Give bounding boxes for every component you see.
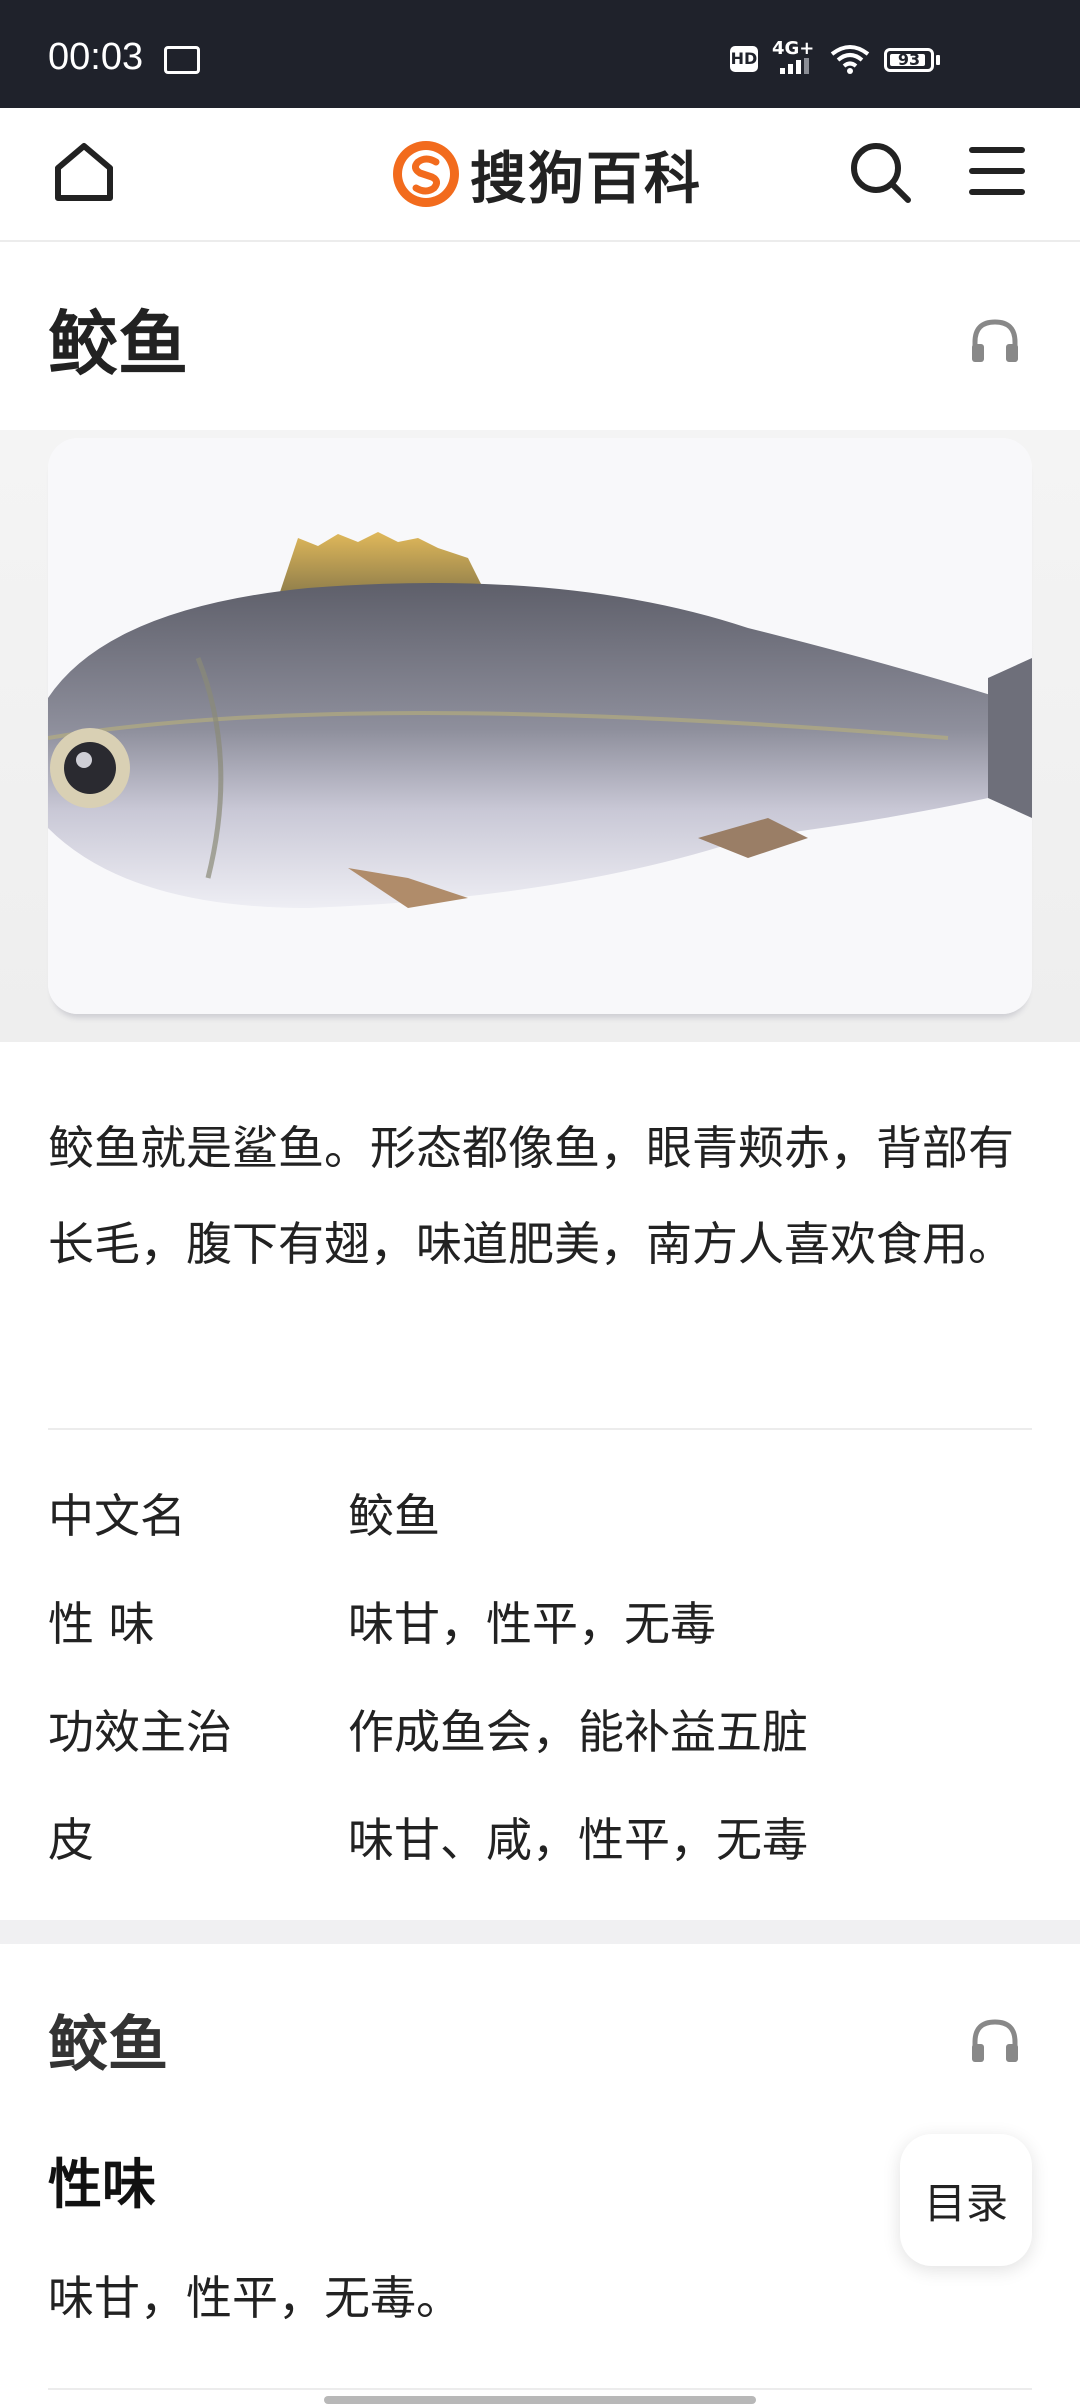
info-key: 中文名 bbox=[48, 1489, 186, 1543]
fish-image[interactable] bbox=[48, 438, 1032, 1014]
info-value: 作成鱼会，能补益五脏 bbox=[348, 1705, 808, 1759]
logo-text: 搜狗百科 bbox=[470, 146, 702, 212]
toc-button[interactable]: 目录 bbox=[900, 2134, 1032, 2266]
status-bar: 00:03 HD 4G+ 93 bbox=[0, 0, 1080, 108]
divider bbox=[48, 2388, 1032, 2390]
section-paragraph: 味甘，性平，无毒。 bbox=[48, 2271, 462, 2325]
info-key: 功效主治 bbox=[48, 1705, 232, 1759]
wifi-icon bbox=[830, 45, 870, 74]
home-icon[interactable] bbox=[48, 136, 120, 208]
divider bbox=[48, 1428, 1032, 1430]
top-nav-bar: 搜狗百科 bbox=[0, 108, 1080, 242]
iqiyi-notification-icon bbox=[164, 46, 200, 74]
home-indicator[interactable] bbox=[324, 2396, 756, 2404]
info-row-skin: 皮 味甘、咸，性平，无毒 bbox=[48, 1804, 1032, 1874]
section-separator bbox=[0, 1920, 1080, 1944]
battery-tip bbox=[936, 55, 940, 65]
battery-percent: 93 bbox=[897, 50, 921, 69]
section-title: 鲛鱼 bbox=[48, 2010, 168, 2080]
battery-icon: 93 bbox=[884, 48, 934, 72]
sogou-logo-icon bbox=[393, 141, 459, 207]
sogou-baike-logo[interactable]: 搜狗百科 bbox=[390, 136, 702, 212]
network-type-label: 4G+ bbox=[772, 38, 815, 59]
hd-icon: HD bbox=[730, 46, 758, 72]
headphone-icon[interactable] bbox=[970, 2018, 1020, 2064]
info-key: 性 味 bbox=[48, 1597, 155, 1651]
info-row-chinese-name: 中文名 鲛鱼 bbox=[48, 1480, 1032, 1550]
menu-icon[interactable] bbox=[966, 140, 1028, 202]
headphone-icon[interactable] bbox=[970, 318, 1020, 364]
info-row-taste: 性 味 味甘，性平，无毒 bbox=[48, 1588, 1032, 1658]
subheading: 性味 bbox=[48, 2153, 156, 2216]
status-time: 00:03 bbox=[48, 36, 144, 78]
info-row-efficacy: 功效主治 作成鱼会，能补益五脏 bbox=[48, 1696, 1032, 1766]
search-icon[interactable] bbox=[846, 138, 914, 206]
fish-illustration bbox=[48, 438, 1032, 1014]
info-value[interactable]: 鲛鱼 bbox=[348, 1480, 440, 1546]
hero-image-area bbox=[0, 430, 1080, 1042]
info-key: 皮 bbox=[48, 1813, 94, 1867]
page-title: 鲛鱼 bbox=[48, 303, 188, 385]
article-summary: 鲛鱼就是鲨鱼。形态都像鱼，眼青颊赤，背部有长毛，腹下有翅，味道肥美，南方人喜欢食… bbox=[48, 1121, 1014, 1271]
signal-icon bbox=[780, 58, 809, 74]
info-value: 味甘，性平，无毒 bbox=[348, 1597, 716, 1651]
info-value: 味甘、咸，性平，无毒 bbox=[348, 1813, 808, 1867]
